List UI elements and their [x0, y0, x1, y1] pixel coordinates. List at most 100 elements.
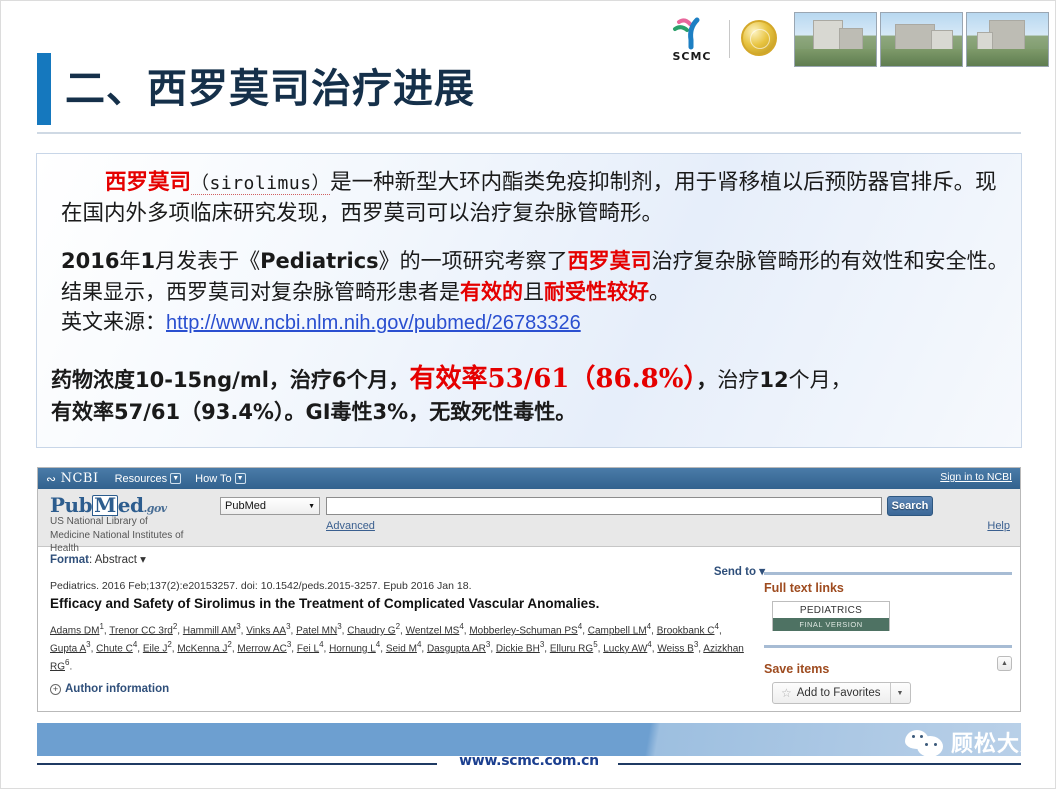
author-link[interactable]: Weiss B	[657, 643, 694, 654]
efficacy-6mo-highlight: 有效率53/61（86.8%）	[409, 364, 697, 394]
p3-seg3: 个月，	[346, 368, 410, 392]
title-accent-bar	[37, 53, 51, 125]
author-information-toggle[interactable]: + Author information	[50, 683, 750, 695]
p2-seg3: 》的一项研究考察了	[378, 249, 568, 273]
author-link[interactable]: Vinks AA	[246, 625, 286, 636]
sign-in-link[interactable]: Sign in to NCBI	[940, 471, 1012, 483]
pediatrics-provider-name: PEDIATRICS	[799, 605, 863, 616]
format-selector[interactable]: Format: Abstract ▾	[50, 552, 146, 566]
p2-seg5: 且	[523, 279, 544, 304]
result-tolerable: 耐受性较好	[544, 278, 649, 304]
chevron-down-icon[interactable]: ▼	[889, 683, 910, 703]
pubmed-sidebar: Full text links PEDIATRICS FINAL VERSION…	[764, 572, 1012, 704]
author-information-label: Author information	[65, 683, 170, 696]
author-link[interactable]: Brookbank C	[657, 625, 715, 636]
advanced-search-link[interactable]: Advanced	[326, 520, 375, 532]
dose-value: 10-15ng/ml	[135, 368, 269, 392]
gi-label: GI	[305, 399, 331, 424]
author-link[interactable]: Hornung L	[329, 643, 376, 654]
author-link[interactable]: Fei L	[297, 643, 319, 654]
pubmed-logo-m: M	[92, 493, 118, 517]
page-title: 二、西罗莫司治疗进展	[65, 66, 475, 112]
p3-seg10: ，无致死性毒性。	[408, 399, 577, 424]
full-text-links-heading: Full text links	[764, 581, 844, 595]
author-link[interactable]: Chaudry G	[347, 625, 395, 636]
term-sirolimus-cn: 西罗莫司	[105, 170, 192, 195]
author-affiliation-ref: 6	[65, 657, 70, 667]
source-label: 英文来源：	[61, 309, 166, 334]
footer-rule-left	[37, 763, 437, 765]
ncbi-logo[interactable]: ∾ NCBI	[46, 471, 99, 486]
pubmed-screenshot: ∾ NCBI Resources ▼ How To ▼ Sign in to N…	[37, 467, 1021, 712]
help-link[interactable]: Help	[987, 520, 1010, 532]
scmc-mark-icon	[663, 16, 721, 50]
author-link[interactable]: Adams DM	[50, 625, 99, 636]
author-link[interactable]: Dickie BH	[496, 643, 540, 654]
hospital-photo-3	[966, 11, 1049, 67]
author-link[interactable]: Mobberley-Schuman PS	[469, 625, 577, 636]
footer-band	[37, 723, 1021, 756]
hospital-photo-2	[880, 11, 963, 67]
content-panel: 西罗莫司（sirolimus）是一种新型大环内酯类免疫抑制剂，用于肾移植以后预防…	[36, 153, 1022, 448]
result-effective: 有效的	[460, 278, 523, 304]
pubmed-subtitle: US National Library of Medicine National…	[50, 516, 184, 554]
format-value: Abstract	[94, 554, 137, 566]
author-link[interactable]: Merrow AC	[237, 643, 286, 654]
pubmed-logo[interactable]: Pub Med.gov	[50, 493, 167, 517]
author-link[interactable]: Dasgupta AR	[427, 643, 486, 654]
ncbi-menu-howto[interactable]: How To ▼	[195, 473, 246, 485]
chevron-down-icon: ▼	[234, 473, 246, 484]
pubmed-logo-ed: ed	[117, 493, 144, 517]
pediatrics-provider-tag: FINAL VERSION	[773, 618, 889, 631]
author-link[interactable]: Lucky AW	[603, 643, 647, 654]
author-link[interactable]: Chute C	[96, 643, 133, 654]
p3-seg2: ，治疗	[268, 368, 332, 392]
search-button[interactable]: Search	[887, 496, 933, 516]
logo-cluster: SCMC	[663, 11, 1049, 67]
author-link[interactable]: Elluru RG	[550, 643, 593, 654]
p3-seg4: ，	[696, 368, 718, 392]
chevron-down-icon: ▾	[140, 554, 146, 566]
author-link[interactable]: Gupta A	[50, 643, 86, 654]
ncbi-top-bar: ∾ NCBI Resources ▼ How To ▼ Sign in to N…	[38, 468, 1020, 489]
plus-icon: +	[50, 683, 61, 695]
study-year: 2016	[61, 249, 120, 273]
p3-seg5: 治疗	[717, 368, 760, 392]
sidebar-divider	[764, 645, 1012, 648]
wechat-account-name: 顾松大夫	[950, 732, 1043, 757]
send-to-menu[interactable]: Send to ▾	[714, 564, 765, 578]
study-month: 1	[140, 249, 156, 273]
chevron-down-icon: ▼	[308, 502, 315, 510]
collapse-icon[interactable]: ▲	[997, 656, 1012, 671]
database-select[interactable]: PubMed ▼	[220, 497, 320, 515]
p3-seg6: 个月，	[788, 368, 852, 392]
author-link[interactable]: Eile J	[143, 643, 167, 654]
database-select-value: PubMed	[225, 500, 266, 512]
author-link[interactable]: Wentzel MS	[406, 625, 460, 636]
article-block: Pediatrics. 2016 Feb;137(2):e20153257. d…	[50, 580, 750, 695]
wechat-badge: 顾松大夫	[904, 726, 1043, 758]
author-link[interactable]: Campbell LM	[588, 625, 647, 636]
chevron-down-icon: ▼	[170, 473, 182, 484]
author-link[interactable]: Trenor CC 3rd	[109, 625, 173, 636]
footer-url: www.scmc.com.cn	[459, 753, 599, 769]
author-link[interactable]: Seid M	[386, 643, 417, 654]
ncbi-menu-resources[interactable]: Resources ▼	[115, 473, 182, 485]
add-to-favorites-button[interactable]: ☆ Add to Favorites ▼	[772, 682, 911, 704]
author-link[interactable]: McKenna J	[177, 643, 227, 654]
search-input[interactable]	[326, 497, 882, 515]
pubmed-source-link[interactable]: http://www.ncbi.nlm.nih.gov/pubmed/26783…	[166, 312, 581, 334]
author-link[interactable]: Patel MN	[296, 625, 337, 636]
ncbi-brand-label: NCBI	[60, 471, 99, 486]
p3-seg9: 毒性	[330, 399, 373, 424]
photo-strip	[794, 11, 1049, 67]
pediatrics-full-text-link[interactable]: PEDIATRICS FINAL VERSION	[772, 601, 890, 631]
author-link[interactable]: Hammill AM	[183, 625, 236, 636]
format-label: Format	[50, 554, 89, 566]
wechat-icon	[904, 728, 945, 757]
drug-name-highlight: 西罗莫司	[567, 248, 652, 273]
ncbi-menu-resources-label: Resources	[114, 472, 168, 485]
slide-header: 二、西罗莫司治疗进展 SCMC	[1, 1, 1056, 134]
scmc-logo: SCMC	[663, 16, 721, 63]
logo-divider	[729, 20, 730, 58]
